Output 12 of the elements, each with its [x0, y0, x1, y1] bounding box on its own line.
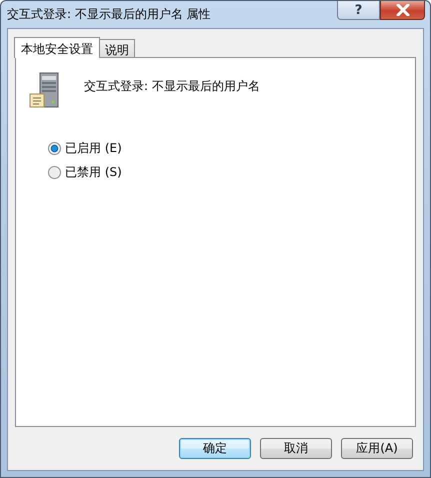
policy-title: 交互式登录: 不显示最后的用户名: [84, 78, 260, 95]
radio-option[interactable]: 已禁用 (S): [48, 164, 403, 181]
radio-option[interactable]: 已启用 (E): [48, 140, 403, 157]
help-button[interactable]: ?: [337, 1, 380, 20]
window-title: 交互式登录: 不显示最后的用户名 属性: [7, 6, 211, 23]
dialog-button[interactable]: 确定: [179, 438, 251, 459]
close-icon: [396, 4, 410, 16]
dialog-button[interactable]: 取消: [260, 438, 332, 459]
close-button[interactable]: [380, 1, 425, 20]
tab[interactable]: 本地安全设置: [14, 37, 100, 58]
dialog-button[interactable]: 应用(A): [341, 438, 413, 459]
tab[interactable]: 说明: [99, 39, 135, 57]
